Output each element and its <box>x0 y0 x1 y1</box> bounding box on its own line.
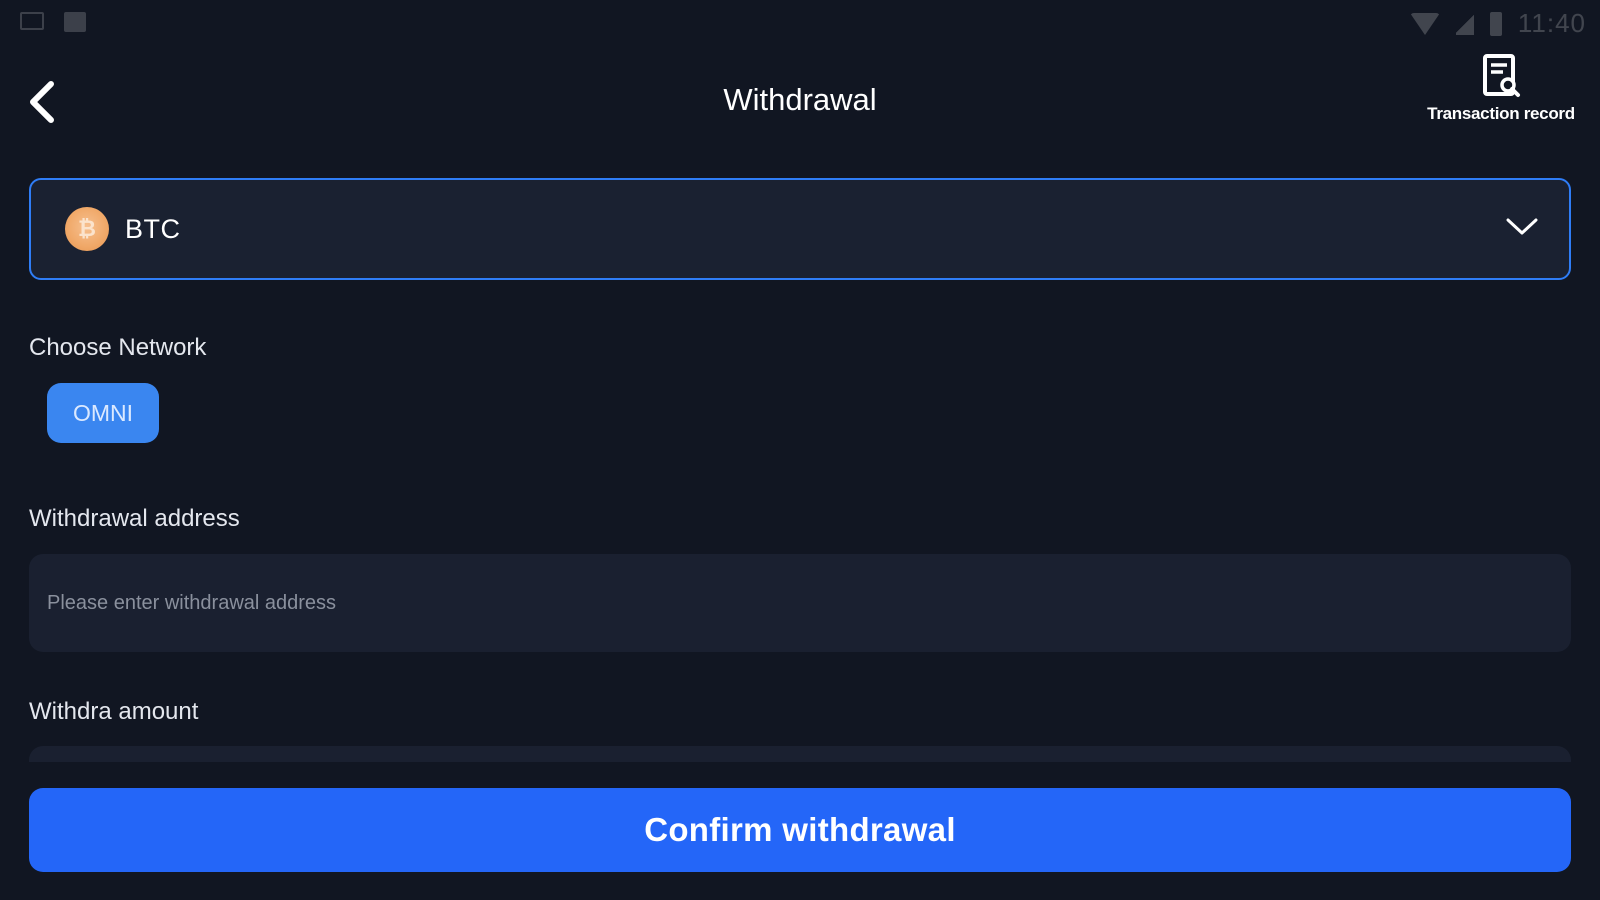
transaction-record-button[interactable]: Transaction record <box>1418 54 1584 130</box>
document-search-icon <box>1483 54 1520 97</box>
status-bar: 11:40 <box>0 0 1600 44</box>
chevron-down-icon <box>1506 218 1538 235</box>
battery-icon <box>1489 11 1502 36</box>
mail-icon <box>20 12 44 30</box>
withdraw-amount-input[interactable] <box>29 746 1571 762</box>
wifi-icon <box>1409 12 1440 35</box>
page-title: Withdrawal <box>723 82 877 117</box>
image-icon <box>64 12 86 32</box>
status-time: 11:40 <box>1517 8 1586 38</box>
coin-symbol: BTC <box>125 213 181 244</box>
bitcoin-icon: ₿ <box>65 207 109 251</box>
withdraw-amount-label: Withdra amount <box>29 698 199 725</box>
confirm-withdrawal-button[interactable]: Confirm withdrawal <box>29 788 1571 872</box>
choose-network-label: Choose Network <box>29 334 207 361</box>
bitcoin-glyph: ₿ <box>78 216 96 241</box>
network-option-omni[interactable]: OMNI <box>47 383 159 443</box>
coin-selector[interactable]: ₿ BTC <box>29 178 1571 280</box>
withdrawal-address-label: Withdrawal address <box>29 505 240 532</box>
transaction-record-label: Transaction record <box>1427 104 1575 123</box>
withdrawal-address-input[interactable] <box>29 554 1571 652</box>
signal-icon <box>1455 12 1474 35</box>
